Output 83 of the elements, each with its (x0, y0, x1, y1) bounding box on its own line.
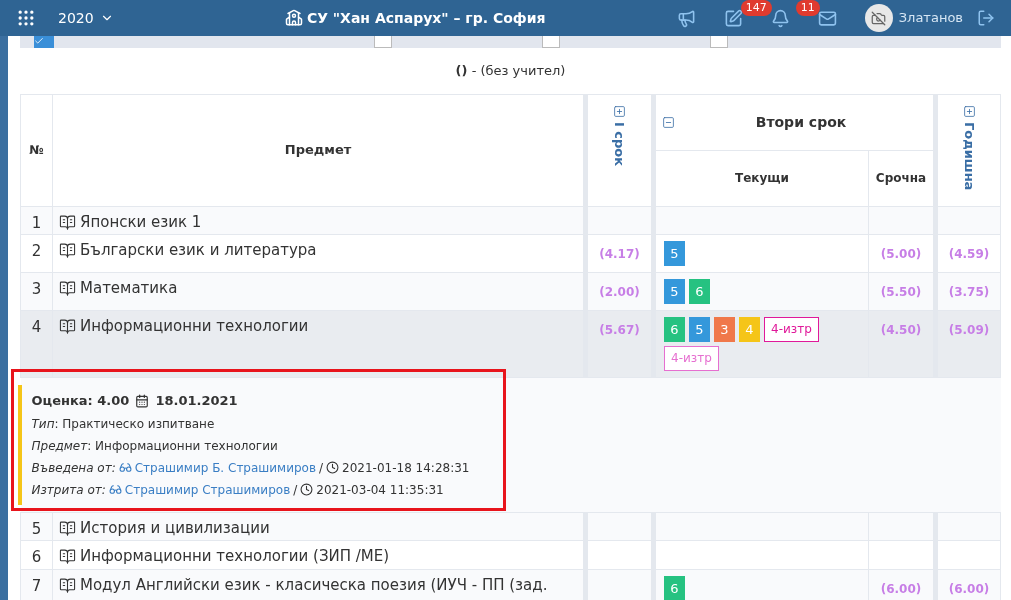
term-grade: (5.00) (880, 247, 922, 261)
detail-line: Тип: Практическо изпитване (31, 415, 216, 433)
table-row[interactable]: 1 Японски език 1 (20, 206, 1001, 235)
audit-label: Въведена от: (31, 459, 116, 477)
glasses-icon (108, 483, 122, 496)
message-count: 11 (795, 0, 820, 16)
row-number: 1 (31, 213, 42, 232)
camera-off-icon (871, 10, 887, 26)
row-number: 5 (31, 519, 42, 538)
column-header: Срочна (875, 171, 927, 186)
year-dropdown[interactable]: 2020 (58, 7, 114, 29)
book-icon (59, 576, 76, 594)
term-grade: (6.00) (880, 581, 922, 596)
table-row[interactable]: 4 Информационни технологии (5.67) 6 5 3 4 4-изтр 4-изтр (4.50) (5.09) (20, 310, 1001, 378)
table-row[interactable]: 7 Модул Английски език - класическа поезия (ИУЧ - ПП (зад. 6 (6.00) (6.00) (20, 569, 1001, 600)
expand-icon[interactable] (613, 104, 626, 118)
annual-average: (3.75) (948, 285, 990, 299)
collapse-icon[interactable] (662, 115, 675, 129)
megaphone-icon[interactable] (676, 8, 696, 28)
edit-icon[interactable] (723, 8, 743, 28)
row-number: 6 (31, 548, 42, 566)
detail-line: Предмет: Информационни технологии (31, 437, 279, 455)
row-number: 7 (31, 576, 42, 595)
book-icon (59, 519, 76, 537)
school-icon (284, 9, 303, 27)
term-average: (5.67) (599, 323, 640, 337)
person-link[interactable]: Страшимир Страшимиров (124, 480, 291, 499)
annual-average: (4.59) (948, 247, 990, 261)
calendar-icon (135, 393, 150, 408)
grade-title: Оценка: 4.00 (31, 392, 130, 410)
subject-name[interactable]: Математика (80, 278, 178, 299)
envelope-icon[interactable] (817, 8, 837, 28)
term-grade: (4.50) (880, 323, 922, 337)
column-header: Текущи (735, 171, 789, 186)
checkbox[interactable] (34, 36, 54, 48)
separator: / (319, 459, 324, 477)
teacher-line: () - (без учител) (455, 62, 566, 80)
table-row[interactable]: 6 Информационни технологии (ЗИП /МЕ) (20, 540, 1001, 569)
term-average: (4.17) (599, 247, 640, 261)
bell-icon[interactable] (770, 8, 790, 28)
book-icon (59, 318, 76, 335)
book-icon (59, 280, 76, 297)
table-row[interactable]: 2 Български език и литература (4.17) 5 (5.00) (4.59) (20, 234, 1001, 273)
row-number: 4 (31, 318, 42, 336)
subject-name[interactable]: Информационни технологии (80, 316, 309, 337)
checkbox[interactable] (710, 36, 728, 48)
book-icon (59, 548, 76, 565)
logout-icon[interactable] (977, 9, 995, 27)
book-icon (59, 213, 76, 231)
school-title: СУ "Хан Аспарух" – гр. София (306, 8, 546, 28)
annual-average: (5.09) (948, 323, 990, 337)
annual-average: (6.00) (948, 581, 990, 596)
column-header: I срок (611, 121, 629, 166)
term-average: (2.00) (599, 285, 640, 299)
table-row[interactable]: 5 История и цивилизации (20, 512, 1001, 541)
notification-count: 147 (740, 0, 772, 16)
avatar[interactable] (864, 4, 893, 32)
timestamp: 2021-03-04 11:35:31 (316, 481, 444, 499)
user-name[interactable]: Златанов (898, 8, 963, 28)
column-header: Втори срок (754, 112, 848, 132)
row-number: 3 (31, 280, 42, 298)
column-header: Предмет (284, 142, 352, 158)
column-header: Годишна (960, 121, 978, 190)
audit-label: Изтрита от: (31, 481, 106, 499)
person-link[interactable]: Страшимир Б. Страшимиров (134, 458, 316, 477)
check-icon (34, 36, 44, 46)
checkbox[interactable] (542, 36, 560, 48)
grade-date: 18.01.2021 (155, 392, 238, 410)
book-icon (59, 242, 76, 259)
deleted-grade-badge[interactable]: 4-изтр (764, 317, 819, 342)
apps-grid-icon[interactable] (16, 8, 36, 28)
term-grade: (5.50) (880, 285, 922, 299)
checkbox[interactable] (374, 36, 392, 48)
glasses-icon (118, 461, 132, 474)
table-row[interactable]: 3 Математика (2.00) 5 6 (5.50) (3.75) (20, 272, 1001, 311)
clock-icon (300, 483, 314, 496)
clock-icon (326, 461, 340, 474)
subject-name[interactable]: Японски език 1 (80, 211, 202, 233)
column-header: № (29, 143, 44, 158)
timestamp: 2021-01-18 14:28:31 (342, 459, 470, 477)
separator: / (293, 481, 298, 499)
expand-icon[interactable] (962, 104, 976, 118)
row-number: 2 (31, 242, 42, 260)
